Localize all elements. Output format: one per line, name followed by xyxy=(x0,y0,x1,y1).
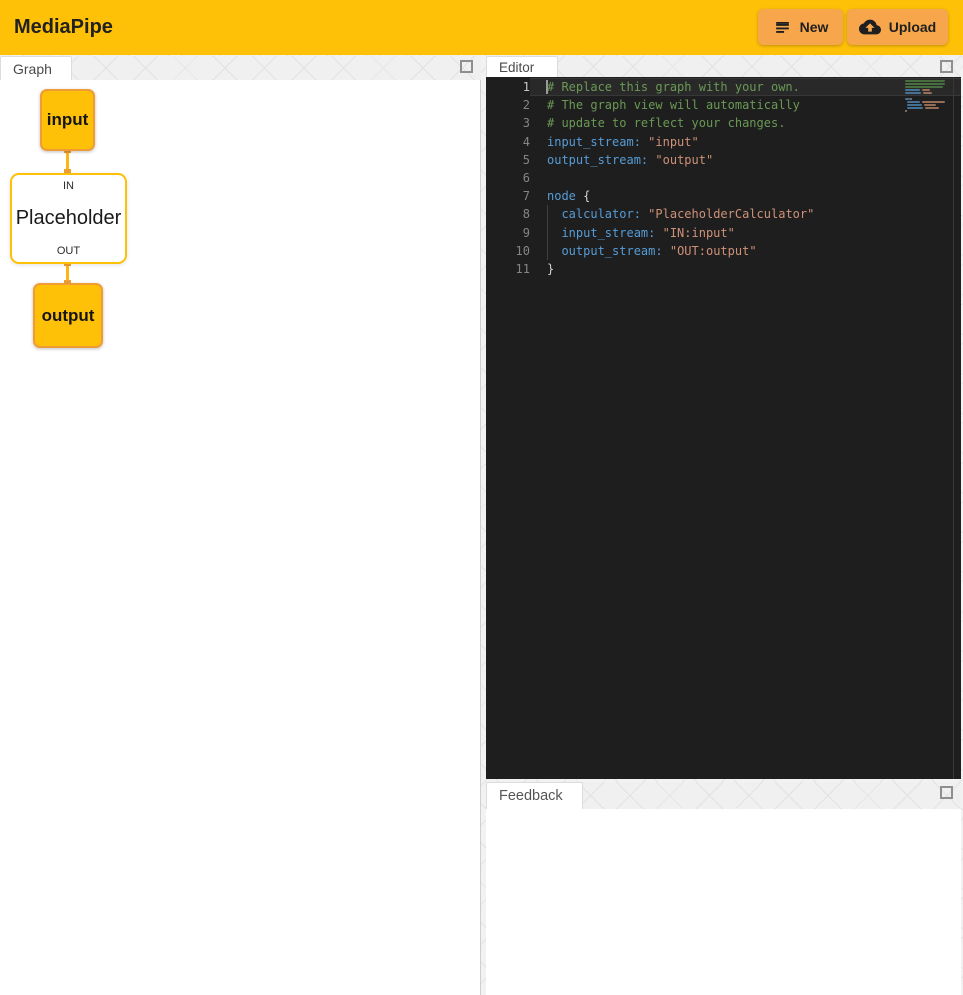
minimap[interactable] xyxy=(905,80,945,120)
code-line[interactable]: 6 xyxy=(486,169,961,187)
line-text: node { xyxy=(530,187,961,205)
minimap-line xyxy=(907,101,920,103)
line-number: 3 xyxy=(486,114,530,132)
upload-button-label: Upload xyxy=(889,19,936,35)
port-out-label: OUT xyxy=(57,245,80,257)
maximize-icon[interactable] xyxy=(940,60,953,73)
new-button-label: New xyxy=(800,19,829,35)
line-number: 11 xyxy=(486,260,530,278)
line-text: # update to reflect your changes. xyxy=(530,114,961,132)
port-in-label: IN xyxy=(63,180,74,192)
line-number: 10 xyxy=(486,242,530,260)
line-text: output_stream: "OUT:output" xyxy=(530,242,961,260)
minimap-line xyxy=(907,107,923,109)
line-number: 8 xyxy=(486,205,530,223)
maximize-icon[interactable] xyxy=(940,786,953,799)
line-text: } xyxy=(530,260,961,278)
code-line[interactable]: 2# The graph view will automatically xyxy=(486,96,961,114)
graph-tabbar: Graph xyxy=(0,56,481,81)
line-number: 1 xyxy=(486,78,530,96)
minimap-line xyxy=(925,107,939,109)
minimap-line xyxy=(922,101,945,103)
app-title: MediaPipe xyxy=(14,0,113,55)
line-number: 6 xyxy=(486,169,530,187)
code-line[interactable]: 7node { xyxy=(486,187,961,205)
line-number: 2 xyxy=(486,96,530,114)
code-line[interactable]: 3# update to reflect your changes. xyxy=(486,114,961,132)
graph-node-input-label: input xyxy=(47,110,89,130)
tab-editor-label: Editor xyxy=(499,60,534,75)
minimap-line xyxy=(924,104,936,106)
overview-ruler xyxy=(953,77,954,779)
graph-panel: Graph input IN Placeholder OUT output xyxy=(0,56,481,995)
code-line[interactable]: 4input_stream: "input" xyxy=(486,133,961,151)
tab-feedback[interactable]: Feedback xyxy=(486,782,583,809)
feedback-panel: Feedback xyxy=(486,782,961,995)
minimap-line xyxy=(905,83,945,85)
minimap-line xyxy=(905,110,907,112)
new-button[interactable]: New xyxy=(758,9,843,45)
line-text: output_stream: "output" xyxy=(530,151,961,169)
graph-node-input[interactable]: input xyxy=(40,89,95,151)
code-line[interactable]: 9 input_stream: "IN:input" xyxy=(486,224,961,242)
minimap-line xyxy=(905,89,920,91)
graph-node-output-label: output xyxy=(42,306,95,326)
maximize-icon[interactable] xyxy=(460,60,473,73)
graph-canvas[interactable]: input IN Placeholder OUT output xyxy=(0,80,481,995)
line-text: input_stream: "input" xyxy=(530,133,961,151)
line-number: 7 xyxy=(486,187,530,205)
tab-graph[interactable]: Graph xyxy=(0,56,72,80)
line-text: calculator: "PlaceholderCalculator" xyxy=(530,205,961,223)
line-text: # The graph view will automatically xyxy=(530,96,961,114)
line-text xyxy=(530,169,961,187)
code-editor[interactable]: 1# Replace this graph with your own.2# T… xyxy=(486,77,961,779)
minimap-line xyxy=(907,104,922,106)
upload-button[interactable]: Upload xyxy=(847,9,948,45)
graph-node-output[interactable]: output xyxy=(33,283,103,348)
minimap-line xyxy=(910,98,912,100)
code-line[interactable]: 1# Replace this graph with your own. xyxy=(486,78,961,96)
graph-node-placeholder[interactable]: IN Placeholder OUT xyxy=(10,173,127,264)
line-number: 9 xyxy=(486,224,530,242)
minimap-line xyxy=(923,92,932,94)
minimap-line xyxy=(922,89,930,91)
line-number: 4 xyxy=(486,133,530,151)
editor-panel: Editor 1# Replace this graph with your o… xyxy=(486,56,961,779)
tab-graph-label: Graph xyxy=(13,61,52,77)
code-area[interactable]: 1# Replace this graph with your own.2# T… xyxy=(486,78,961,278)
editor-tabbar: Editor xyxy=(486,56,961,78)
code-line[interactable]: 8 calculator: "PlaceholderCalculator" xyxy=(486,205,961,223)
minimap-line xyxy=(905,92,921,94)
code-line[interactable]: 10 output_stream: "OUT:output" xyxy=(486,242,961,260)
line-text: input_stream: "IN:input" xyxy=(530,224,961,242)
code-line[interactable]: 11} xyxy=(486,260,961,278)
minimap-line xyxy=(905,86,943,88)
graph-node-placeholder-label: Placeholder xyxy=(16,207,122,230)
tab-editor[interactable]: Editor xyxy=(486,56,558,77)
tab-feedback-label: Feedback xyxy=(499,788,563,804)
cloud-upload-icon xyxy=(859,16,881,38)
text-cursor xyxy=(546,80,548,94)
code-line[interactable]: 5output_stream: "output" xyxy=(486,151,961,169)
minimap-line xyxy=(905,80,945,82)
feedback-tabbar: Feedback xyxy=(486,782,961,810)
line-text: # Replace this graph with your own. xyxy=(530,78,961,96)
line-number: 5 xyxy=(486,151,530,169)
app-header: MediaPipe New Upload xyxy=(0,0,963,55)
feedback-content xyxy=(486,809,961,995)
subject-lines-icon xyxy=(773,18,792,37)
